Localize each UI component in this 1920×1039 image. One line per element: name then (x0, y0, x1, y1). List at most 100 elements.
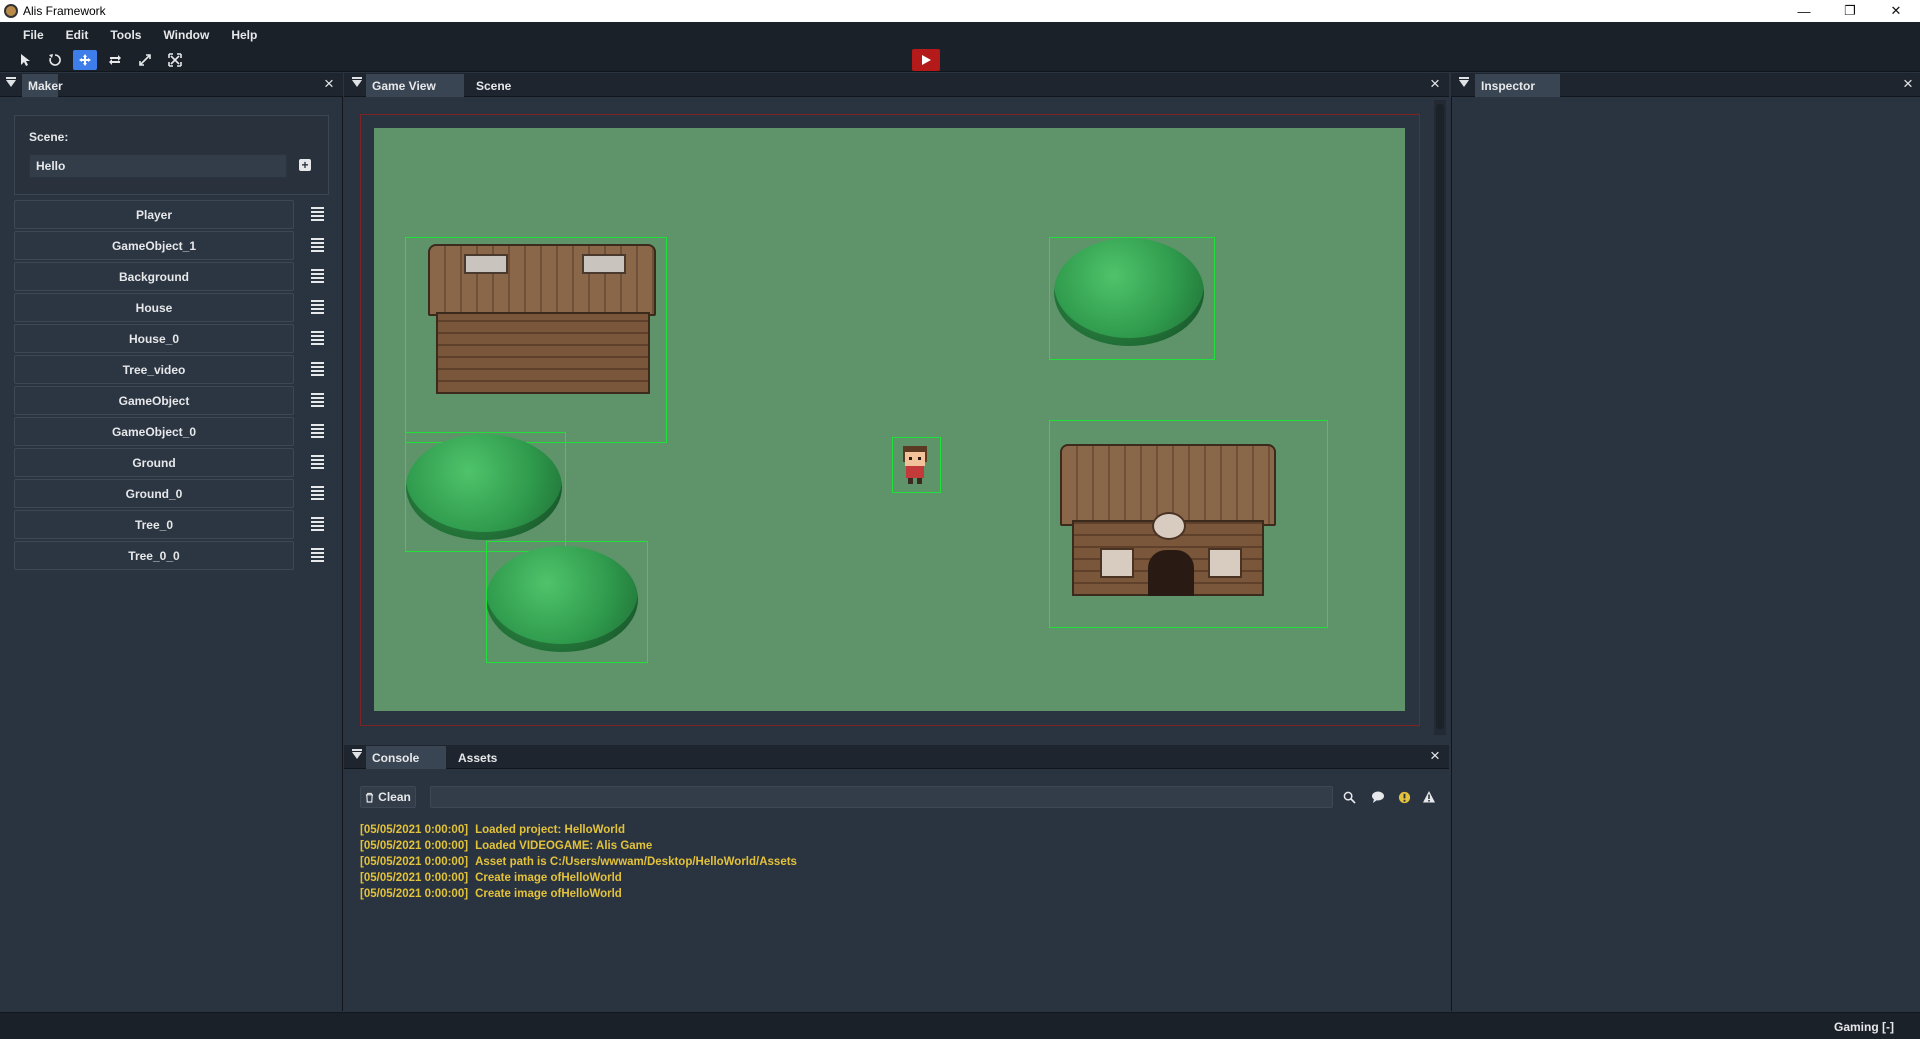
maker-panel: Scene: Hello + Player GameObject_1 Backgro… (0, 97, 343, 1011)
play-button[interactable] (912, 49, 940, 71)
object-menu-icon[interactable] (304, 480, 330, 506)
menu-bar: File Edit Tools Window Help (0, 22, 1920, 48)
select-tool-button[interactable] (13, 50, 37, 70)
log-timestamp: [05/05/2021 0:00:00] (360, 840, 469, 852)
object-row[interactable]: Tree_0 (14, 510, 294, 539)
collapse-icon[interactable] (6, 77, 16, 87)
object-menu-icon[interactable] (304, 387, 330, 413)
object-row[interactable]: House (14, 293, 294, 322)
tree-2-selection-box (486, 541, 648, 663)
tab-inspector[interactable]: Inspector (1475, 74, 1560, 97)
app-logo-icon (4, 4, 18, 18)
object-menu-icon[interactable] (304, 356, 330, 382)
loop-tool-button[interactable] (103, 50, 127, 70)
tab-maker[interactable]: Maker (22, 74, 63, 97)
object-row[interactable]: House_0 (14, 324, 294, 353)
close-maker-icon[interactable]: × (321, 75, 337, 92)
status-text: Gaming [-] (1834, 1020, 1894, 1034)
move-icon (79, 54, 91, 66)
log-line: [05/05/2021 0:00:00] Asset path is C:/Use… (360, 856, 797, 868)
scene-label: Scene: (29, 130, 69, 144)
object-row[interactable]: Ground_0 (14, 479, 294, 508)
play-icon (922, 55, 931, 65)
menu-edit[interactable]: Edit (55, 28, 100, 42)
fullscreen-icon (168, 53, 182, 67)
cursor-icon (21, 54, 30, 66)
log-timestamp: [05/05/2021 0:00:00] (360, 872, 469, 884)
object-row[interactable]: GameObject (14, 386, 294, 415)
gameview-panel-header: Game View Scene × (344, 73, 1449, 97)
scale-tool-button[interactable] (133, 50, 157, 70)
menu-tools[interactable]: Tools (99, 28, 152, 42)
trash-icon (366, 792, 374, 803)
object-menu-icon[interactable] (304, 232, 330, 258)
log-timestamp: [05/05/2021 0:00:00] (360, 856, 469, 868)
object-menu-icon[interactable] (304, 418, 330, 444)
fullscreen-tool-button[interactable] (163, 50, 187, 70)
search-icon[interactable] (1340, 788, 1358, 806)
player-selection-box (892, 437, 941, 493)
scrollbar-thumb[interactable] (1436, 104, 1444, 729)
log-message: Loaded VIDEOGAME: Alis Game (475, 840, 653, 852)
object-row[interactable]: Tree_0_0 (14, 541, 294, 570)
log-line: [05/05/2021 0:00:00] Loaded VIDEOGAME: Al… (360, 840, 652, 852)
rotate-icon (49, 54, 61, 66)
menu-window[interactable]: Window (152, 28, 220, 42)
console-search-input[interactable] (430, 786, 1333, 808)
collapse-icon[interactable] (352, 749, 362, 759)
object-menu-icon[interactable] (304, 325, 330, 351)
inspector-panel (1451, 97, 1920, 1011)
tab-game-view[interactable]: Game View (366, 74, 464, 97)
menu-help[interactable]: Help (220, 28, 268, 42)
object-row[interactable]: Background (14, 262, 294, 291)
object-menu-icon[interactable] (304, 263, 330, 289)
tab-scene[interactable]: Scene (470, 74, 516, 97)
object-menu-icon[interactable] (304, 449, 330, 475)
inspector-panel-header: Inspector × (1451, 73, 1920, 97)
object-row[interactable]: GameObject_0 (14, 417, 294, 446)
scene-name-field[interactable]: Hello (29, 154, 287, 178)
object-menu-icon[interactable] (304, 511, 330, 537)
collapse-icon[interactable] (352, 77, 362, 87)
restore-button[interactable]: ❐ (1827, 0, 1873, 22)
object-menu-icon[interactable] (304, 201, 330, 227)
close-window-button[interactable]: ✕ (1873, 0, 1919, 22)
close-console-icon[interactable]: × (1427, 747, 1443, 764)
add-scene-icon[interactable]: + (299, 159, 311, 171)
minimize-button[interactable]: — (1781, 0, 1827, 22)
clean-label: Clean (378, 790, 411, 804)
house-0-selection-box (1049, 420, 1328, 628)
object-menu-icon[interactable] (304, 294, 330, 320)
clean-button[interactable]: Clean (360, 786, 416, 808)
scene-selector: Scene: Hello + (14, 115, 329, 195)
loop-icon (109, 55, 121, 65)
log-line: [05/05/2021 0:00:00] Create image ofHello… (360, 888, 622, 900)
close-gameview-icon[interactable]: × (1427, 75, 1443, 92)
object-row[interactable]: Ground (14, 448, 294, 477)
object-row[interactable]: Player (14, 200, 294, 229)
object-row[interactable]: Tree_video (14, 355, 294, 384)
log-timestamp: [05/05/2021 0:00:00] (360, 824, 469, 836)
gameview-scrollbar[interactable] (1434, 100, 1446, 735)
warning-filter-icon[interactable] (1395, 788, 1413, 806)
expand-arrows-icon (139, 54, 151, 66)
close-inspector-icon[interactable]: × (1900, 75, 1916, 92)
object-row[interactable]: GameObject_1 (14, 231, 294, 260)
tab-console[interactable]: Console (366, 746, 446, 769)
tree-selection-box (405, 432, 566, 552)
tab-assets[interactable]: Assets (452, 746, 520, 769)
log-message: Loaded project: HelloWorld (475, 824, 625, 836)
message-filter-icon[interactable] (1369, 788, 1387, 806)
object-menu-icon[interactable] (304, 542, 330, 568)
rotate-tool-button[interactable] (43, 50, 67, 70)
game-canvas[interactable] (374, 128, 1405, 711)
move-tool-button[interactable] (73, 50, 97, 70)
menu-file[interactable]: File (12, 28, 55, 42)
house-selection-box (405, 237, 667, 443)
title-bar: Alis Framework — ❐ ✕ (0, 0, 1920, 22)
console-panel-header: Console Assets × (344, 745, 1449, 769)
error-filter-icon[interactable] (1420, 788, 1438, 806)
collapse-icon[interactable] (1459, 77, 1469, 87)
log-message: Asset path is C:/Users/wwwam/Desktop/Hel… (475, 856, 797, 868)
log-message: Create image ofHelloWorld (475, 888, 622, 900)
